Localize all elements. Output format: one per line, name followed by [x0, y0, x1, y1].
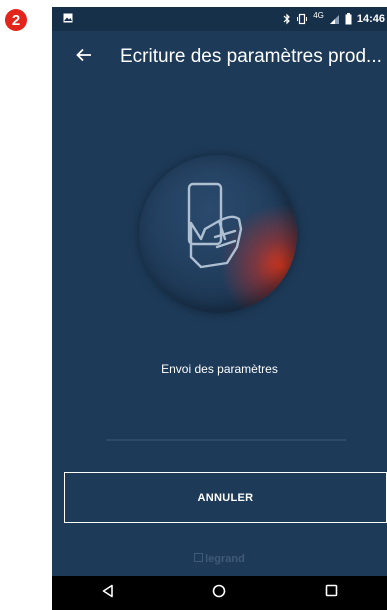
brand-name: legrand — [205, 553, 245, 565]
nav-back-button[interactable] — [88, 576, 128, 610]
transfer-status-text: Envoi des paramètres — [161, 362, 278, 376]
network-type-label: 4G — [313, 10, 324, 20]
nav-home-button[interactable] — [199, 576, 239, 610]
clock: 14:46 — [356, 13, 385, 25]
image-notification-icon — [63, 13, 73, 26]
nav-home-circle-icon — [212, 584, 226, 603]
page-title: Ecriture des paramètres prod... — [120, 46, 382, 67]
legrand-logo-icon — [194, 553, 204, 562]
system-nav-bar — [52, 576, 387, 610]
step-number-badge: 2 — [5, 9, 27, 31]
bluetooth-icon — [283, 13, 291, 25]
nav-recents-square-icon — [325, 584, 338, 602]
brand-logo: legrand — [52, 553, 387, 565]
signal-icon — [329, 14, 340, 25]
app-bar: Ecriture des paramètres prod... — [52, 31, 387, 83]
transfer-illustration — [139, 155, 297, 313]
arrow-left-icon — [76, 48, 92, 67]
hand-holding-phone-icon — [179, 181, 259, 282]
phone-screen: 4G 14:46 Ecriture des paramètres prod... — [52, 7, 387, 610]
battery-icon — [345, 13, 352, 25]
progress-bar — [106, 439, 346, 441]
nav-back-triangle-icon — [101, 584, 115, 603]
back-button[interactable] — [62, 35, 106, 79]
cancel-button[interactable]: ANNULER — [64, 472, 387, 523]
status-icons: 4G 14:46 — [283, 7, 385, 31]
nav-recents-button[interactable] — [311, 576, 351, 610]
vibrate-icon — [296, 13, 308, 25]
status-bar: 4G 14:46 — [52, 7, 387, 31]
